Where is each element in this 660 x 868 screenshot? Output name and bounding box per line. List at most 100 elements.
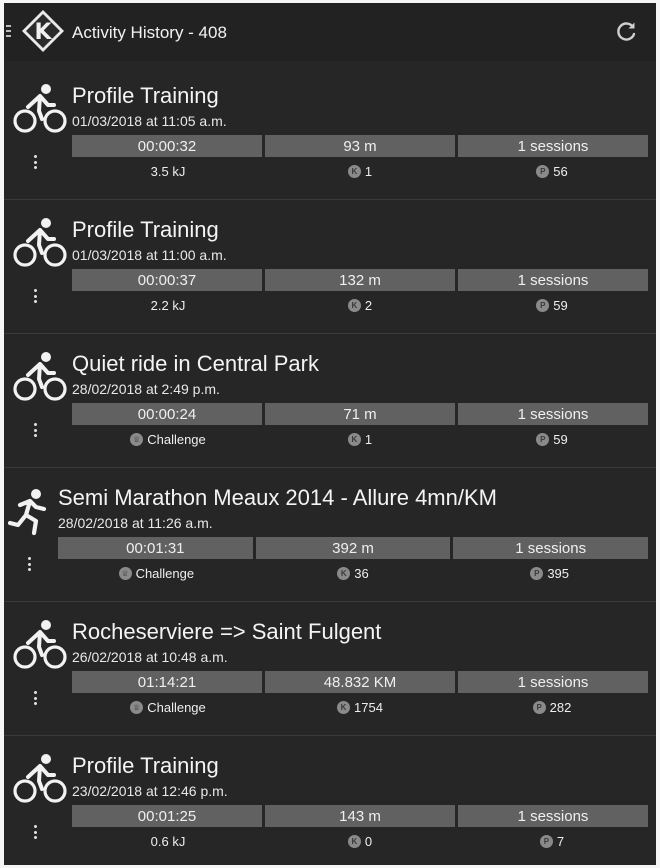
app-logo-icon[interactable]: K bbox=[20, 8, 66, 54]
refresh-icon[interactable] bbox=[614, 20, 638, 44]
k-count-text: 1 bbox=[364, 163, 373, 179]
activity-date: 23/02/2018 at 12:46 p.m. bbox=[72, 783, 228, 799]
p-count: P 395 bbox=[451, 563, 648, 583]
activity-title: Quiet ride in Central Park bbox=[72, 351, 319, 376]
k-count: K1 bbox=[264, 161, 456, 181]
k-badge-icon: K bbox=[347, 432, 361, 446]
p-count: P 59 bbox=[456, 429, 648, 449]
drawer-handle-icon[interactable] bbox=[6, 25, 11, 37]
challenge-text: Challenge bbox=[147, 699, 206, 715]
duration-value: 00:01:25 bbox=[72, 805, 262, 827]
distance-value: 143 m bbox=[265, 805, 455, 827]
k-count-text: 36 bbox=[354, 565, 369, 581]
p-count-text: 59 bbox=[553, 431, 568, 447]
energy-value: 0.6 kJ bbox=[72, 831, 264, 851]
cycling-icon bbox=[13, 620, 67, 669]
activity-item[interactable]: Profile Training 01/03/2018 at 11:05 a.m… bbox=[4, 65, 656, 200]
activity-date: 01/03/2018 at 11:00 a.m. bbox=[72, 247, 227, 263]
stats-row: 00:01:31 392 m 1 sessions bbox=[58, 537, 649, 559]
p-count-text: 395 bbox=[547, 565, 570, 581]
secondary-stats-row: ♕ Challenge K 36 P 395 bbox=[58, 563, 648, 583]
more-options-icon[interactable] bbox=[34, 691, 38, 705]
sessions-value: 1 sessions bbox=[458, 805, 648, 827]
challenge-text: Challenge bbox=[135, 565, 195, 581]
p-count-text: 59 bbox=[553, 297, 568, 313]
activity-item[interactable]: Semi Marathon Meaux 2014 - Allure 4mn/KM… bbox=[4, 467, 656, 602]
stats-row: 01:14:21 48.832 KM 1 sessions bbox=[72, 671, 648, 693]
stats-row: 00:00:24 71 m 1 sessions bbox=[72, 403, 648, 425]
p-badge-icon: P bbox=[530, 566, 544, 580]
k-badge-icon: K bbox=[347, 164, 361, 178]
trophy-icon: ♕ bbox=[118, 566, 132, 580]
distance-value: 48.832 KM bbox=[265, 671, 455, 693]
more-options-icon[interactable] bbox=[28, 557, 32, 571]
k-count-text: 0 bbox=[364, 833, 373, 849]
activity-title: Semi Marathon Meaux 2014 - Allure 4mn/KM bbox=[58, 485, 497, 510]
page-title: Activity History - 408 bbox=[72, 23, 227, 42]
p-count-text: 282 bbox=[549, 699, 572, 715]
activity-item[interactable]: Rocheserviere => Saint Fulgent 26/02/201… bbox=[4, 601, 656, 736]
cycling-icon bbox=[13, 84, 67, 133]
activity-item[interactable]: Profile Training 23/02/2018 at 12:46 p.m… bbox=[4, 735, 656, 865]
stats-row: 00:00:37 132 m 1 sessions bbox=[72, 269, 648, 291]
p-count-text: 7 bbox=[556, 833, 565, 849]
app-bar: K Activity History - 408 bbox=[4, 3, 656, 61]
p-count: P 282 bbox=[456, 697, 648, 717]
challenge-label: ♕ Challenge bbox=[72, 697, 264, 717]
activity-history-screen: K Activity History - 408 Profile Trainin… bbox=[4, 3, 656, 865]
more-options-icon[interactable] bbox=[34, 289, 38, 303]
p-count: P7 bbox=[456, 831, 648, 851]
k-badge-icon: K bbox=[337, 566, 351, 580]
challenge-label: ♕ Challenge bbox=[72, 429, 264, 449]
secondary-stats-row: ♕ Challenge K1 P 59 bbox=[72, 429, 648, 449]
k-count-text: 2 bbox=[364, 297, 373, 313]
activity-date: 26/02/2018 at 10:48 a.m. bbox=[72, 649, 228, 665]
secondary-stats-row: 2.2 kJ K2 P 59 bbox=[72, 295, 648, 315]
p-badge-icon: P bbox=[532, 700, 546, 714]
stats-row: 00:01:25 143 m 1 sessions bbox=[72, 805, 648, 827]
cycling-icon bbox=[13, 218, 67, 267]
p-badge-icon: P bbox=[536, 298, 550, 312]
activity-item[interactable]: Quiet ride in Central Park 28/02/2018 at… bbox=[4, 333, 656, 468]
duration-value: 00:00:37 bbox=[72, 269, 262, 291]
stats-row: 00:00:32 93 m 1 sessions bbox=[72, 135, 648, 157]
distance-value: 93 m bbox=[265, 135, 455, 157]
activity-title: Rocheserviere => Saint Fulgent bbox=[72, 619, 382, 644]
logo-letter: K bbox=[34, 20, 52, 45]
activity-item[interactable]: Profile Training 01/03/2018 at 11:00 a.m… bbox=[4, 199, 656, 334]
more-options-icon[interactable] bbox=[34, 155, 38, 169]
k-count: K 1754 bbox=[264, 697, 456, 717]
energy-text: 3.5 kJ bbox=[150, 163, 186, 179]
energy-text: 2.2 kJ bbox=[150, 297, 186, 313]
cycling-icon bbox=[13, 754, 67, 803]
k-count-text: 1754 bbox=[354, 699, 383, 715]
duration-value: 00:00:32 bbox=[72, 135, 262, 157]
k-count: K0 bbox=[264, 831, 456, 851]
more-options-icon[interactable] bbox=[34, 423, 38, 437]
energy-text: 0.6 kJ bbox=[150, 833, 186, 849]
k-count-text: 1 bbox=[364, 431, 373, 447]
trophy-icon: ♕ bbox=[130, 432, 144, 446]
p-badge-icon: P bbox=[536, 164, 550, 178]
distance-value: 71 m bbox=[265, 403, 455, 425]
challenge-text: Challenge bbox=[147, 431, 206, 447]
secondary-stats-row: 0.6 kJ K0 P7 bbox=[72, 831, 648, 851]
sessions-value: 1 sessions bbox=[458, 403, 648, 425]
activity-title: Profile Training bbox=[72, 217, 219, 242]
p-badge-icon: P bbox=[539, 834, 553, 848]
trophy-icon: ♕ bbox=[130, 700, 144, 714]
more-options-icon[interactable] bbox=[34, 825, 38, 839]
p-count: P 59 bbox=[456, 295, 648, 315]
challenge-label: ♕ Challenge bbox=[58, 563, 255, 583]
cycling-icon bbox=[13, 352, 67, 401]
secondary-stats-row: ♕ Challenge K 1754 P 282 bbox=[72, 697, 648, 717]
k-badge-icon: K bbox=[347, 834, 361, 848]
energy-value: 2.2 kJ bbox=[72, 295, 264, 315]
secondary-stats-row: 3.5 kJ K1 P 56 bbox=[72, 161, 648, 181]
k-badge-icon: K bbox=[337, 700, 351, 714]
activity-date: 28/02/2018 at 2:49 p.m. bbox=[72, 381, 220, 397]
activity-title: Profile Training bbox=[72, 753, 219, 778]
activity-title: Profile Training bbox=[72, 83, 219, 108]
k-badge-icon: K bbox=[347, 298, 361, 312]
distance-value: 132 m bbox=[265, 269, 455, 291]
